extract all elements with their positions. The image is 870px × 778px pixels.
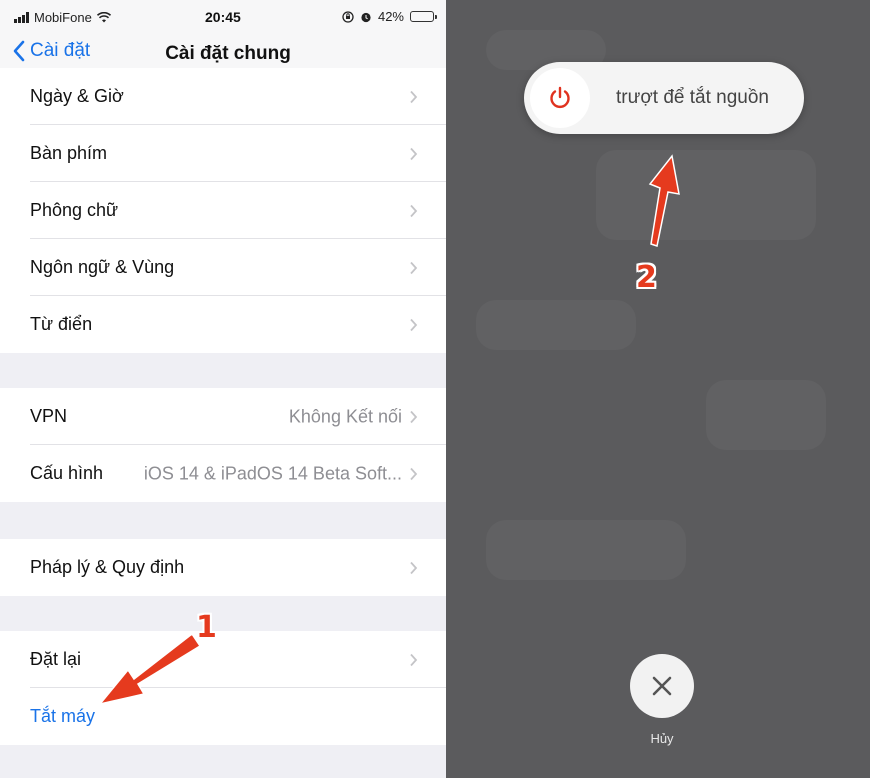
settings-row-reset[interactable]: Đặt lại (0, 631, 446, 688)
row-label: Ngày & Giờ (30, 86, 124, 106)
row-value: iOS 14 & iPadOS 14 Beta Soft... (143, 463, 402, 483)
settings-group-2: VPN Không Kết nối Cấu hình iOS 14 & iPad… (0, 388, 446, 502)
settings-row-language-region[interactable]: Ngôn ngữ & Vùng (0, 239, 446, 296)
blurred-background (706, 380, 826, 450)
chevron-right-icon (410, 204, 418, 217)
row-label: Đặt lại (30, 649, 82, 669)
row-label: Ngôn ngữ & Vùng (30, 257, 175, 277)
status-right: 42% (342, 9, 437, 24)
status-bar: MobiFone 20:45 42% (0, 0, 446, 34)
row-label: Từ điển (30, 314, 93, 334)
chevron-right-icon (410, 318, 418, 331)
step-1-label: 1 (196, 610, 217, 645)
settings-row-legal[interactable]: Pháp lý & Quy định (0, 539, 446, 596)
step-2-label: 2 (636, 260, 657, 295)
settings-row-keyboard[interactable]: Bàn phím (0, 125, 446, 182)
close-icon (652, 676, 672, 696)
chevron-right-icon (410, 147, 418, 160)
settings-pane: MobiFone 20:45 42% Cài đặt Cài đặt chung… (0, 0, 446, 778)
signal-icon (14, 12, 29, 23)
row-label: VPN (30, 406, 68, 426)
chevron-right-icon (410, 90, 418, 103)
power-off-knob[interactable] (530, 68, 590, 128)
cancel-button[interactable] (630, 654, 694, 718)
settings-group-3: Pháp lý & Quy định (0, 539, 446, 596)
settings-row-fonts[interactable]: Phông chữ (0, 182, 446, 239)
blurred-background (486, 520, 686, 580)
shut-down-button[interactable]: Tắt máy (0, 688, 446, 745)
blurred-background (596, 150, 816, 240)
settings-row-date-time[interactable]: Ngày & Giờ (0, 68, 446, 125)
settings-row-profile[interactable]: Cấu hình iOS 14 & iPadOS 14 Beta Soft... (0, 445, 446, 502)
page-title: Cài đặt chung (165, 43, 291, 64)
row-label: Phông chữ (30, 200, 119, 220)
status-left: MobiFone (14, 10, 111, 25)
chevron-right-icon (410, 653, 418, 666)
row-label: Bàn phím (30, 143, 108, 163)
carrier-label: MobiFone (34, 10, 92, 25)
chevron-right-icon (410, 561, 418, 574)
chevron-right-icon (410, 467, 418, 480)
slider-text: trượt để tắt nguồn (616, 87, 769, 108)
status-time: 20:45 (205, 9, 241, 25)
power-icon (550, 86, 570, 109)
alarm-icon (361, 12, 371, 22)
settings-group-4: Đặt lại Tắt máy (0, 631, 446, 745)
row-value: Không Kết nối (288, 406, 402, 426)
shut-down-label: Tắt máy (30, 706, 96, 726)
row-label: Cấu hình (30, 463, 104, 483)
settings-row-dictionary[interactable]: Từ điển (0, 296, 446, 353)
wifi-icon (96, 12, 111, 23)
chevron-right-icon (410, 261, 418, 274)
settings-group-1: Ngày & Giờ Bàn phím Phông chữ Ngôn ngữ &… (0, 68, 446, 353)
settings-row-vpn[interactable]: VPN Không Kết nối (0, 388, 446, 445)
chevron-right-icon (410, 410, 418, 423)
slide-to-power-off[interactable]: trượt để tắt nguồn (524, 62, 804, 134)
row-label: Pháp lý & Quy định (30, 557, 185, 577)
battery-percent: 42% (377, 9, 404, 24)
orientation-lock-icon (342, 10, 354, 23)
power-off-overlay: trượt để tắt nguồn Hủy (446, 0, 870, 778)
battery-icon (410, 11, 437, 22)
cancel-label: Hủy (650, 731, 674, 746)
blurred-background (476, 300, 636, 350)
